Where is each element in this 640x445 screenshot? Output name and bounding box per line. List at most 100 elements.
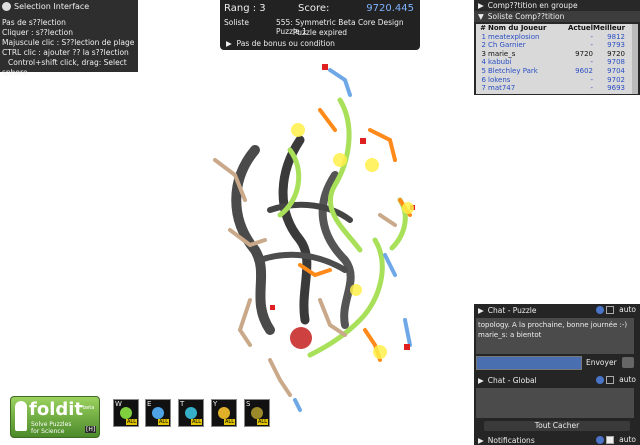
send-icon[interactable] [622,357,634,368]
selection-sphere[interactable] [290,327,312,349]
sidechain [403,318,412,347]
col-name-header: Nom du Joueur [488,24,547,32]
collapse-arrow-icon: ▼ [478,12,484,21]
sidechain [293,398,302,412]
notifications-label: Notifications [487,435,535,445]
score-value: 9720.445 [366,3,414,14]
expand-arrow-icon: ▶ [478,435,484,445]
group-competition-label: Comp??tition en groupe [487,1,578,10]
tweak-icon [185,407,197,419]
clash-marker [291,123,305,137]
competition-panel: ▶ Comp??tition en groupe ▼ Soliste Comp?… [474,0,640,95]
clash-marker [373,345,387,359]
logo-brand: foldit [29,399,84,420]
selection-help-line: sphere [2,68,28,77]
table-row[interactable]: 4 kabubi - 9708 [476,58,638,67]
sidechain [328,68,352,97]
sidechain [268,358,292,397]
logo-tagline: for Science [31,428,65,435]
rebuild-icon [218,407,230,419]
info-icon[interactable] [596,436,604,444]
clash-marker [350,284,362,296]
bonus-toggle[interactable]: ▶ Pas de bonus ou condition [226,39,335,48]
selection-interface-panel: Selection Interface Pas de s??lection Cl… [0,0,138,77]
logo-beta: beta [83,405,95,411]
sidechain [378,213,397,227]
table-row[interactable]: 2 Ch Garnier - 9793 [476,41,638,50]
rank-label: Rang : 3 [224,3,266,14]
help-key[interactable]: [H] [85,426,97,433]
auto-label: auto [619,375,636,384]
table-row[interactable]: 7 mat747 - 9693 [476,84,638,93]
atom-oxygen [322,64,328,70]
hide-all-button[interactable]: Tout Cacher [484,421,630,431]
chat-input[interactable] [476,356,582,370]
selection-help-line: Pas de s??lection [2,18,66,27]
table-row[interactable]: 6 lokens - 9702 [476,76,638,85]
rebuild-all-button[interactable]: Y ALL [211,399,237,427]
shake-icon [152,407,164,419]
sidechain-icon [251,407,263,419]
auto-label: auto [619,305,636,314]
selection-help-line: CTRL clic : ajouter ?? la s??lection [2,48,129,57]
chat-puzzle-label: Chat - Puzzle [487,305,537,315]
logo-mark-icon [15,401,27,431]
clash-marker [365,158,379,172]
expand-arrow-icon: ▶ [478,305,484,315]
auto-checkbox[interactable] [606,436,614,444]
info-icon[interactable] [596,306,604,314]
leaderboard-scrollbar[interactable] [632,24,638,94]
selection-interface-title: Selection Interface [14,1,90,11]
selection-help-line: Majuscule clic : S??lection de plage [2,38,135,47]
score-label: Score: [298,3,330,14]
logo-tagline: Solve Puzzles [31,421,72,428]
col-rank-header: # [480,24,486,32]
selection-interface-header[interactable]: Selection Interface [0,0,138,12]
atom-oxygen [270,305,275,310]
table-row[interactable]: 5 Bletchley Park 9602 9704 [476,67,638,76]
leaderboard-table: # Nom du Joueur Actuel Meilleur 1 meatex… [476,24,638,94]
sidechain [368,128,397,162]
chat-message: topology. A la prochaine, bonne journée … [478,321,628,329]
send-button[interactable]: Envoyer [586,356,620,370]
sidechain [237,298,252,347]
auto-checkbox[interactable] [606,306,614,314]
selection-help-line: Cliquer : s??lection [2,28,73,37]
clash-marker [402,202,414,214]
chat-global-label: Chat - Global [487,375,537,385]
table-row[interactable]: 1 meatexplosion - 9812 [476,33,638,42]
cursor-icon [2,1,11,11]
foldit-logo[interactable]: foldit beta Solve Puzzles for Science [H… [10,396,100,438]
solo-competition-label: Soliste Comp??tition [487,12,565,21]
chat-puzzle-header[interactable]: ▶ Chat - Puzzle auto [474,304,640,316]
clash-marker [333,153,347,167]
backbone-segment [278,135,312,325]
backbone-segment [318,171,355,329]
puzzle-status: Puzzle expired [292,28,348,37]
sidechain-all-button[interactable]: S ALL [244,399,270,427]
global-chat-log[interactable] [476,388,634,418]
wiggle-icon [120,407,132,419]
info-icon[interactable] [596,376,604,384]
chat-message: marie_s: a bientot [478,331,542,339]
notifications-header[interactable]: ▶ Notifications auto [474,434,640,445]
mode-label: Soliste [224,18,249,27]
wiggle-all-button[interactable]: W ALL [113,399,139,427]
solo-competition-header[interactable]: ▼ Soliste Comp??tition [474,11,640,22]
col-best-header: Meilleur [593,24,626,32]
atom-oxygen [360,138,366,144]
table-header: # Nom du Joueur Actuel Meilleur [476,24,638,33]
chat-log[interactable]: topology. A la prochaine, bonne journée … [476,318,634,354]
sidechain [318,108,337,132]
auto-checkbox[interactable] [606,376,614,384]
shake-all-button[interactable]: E ALL [145,399,171,427]
bonus-label: Pas de bonus ou condition [236,39,335,48]
chat-global-header[interactable]: ▶ Chat - Global auto [474,374,640,386]
auto-label: auto [619,435,636,444]
expand-arrow-icon: ▶ [478,1,484,10]
group-competition-header[interactable]: ▶ Comp??tition en groupe [474,0,640,11]
atom-oxygen [404,344,410,350]
tweak-all-button[interactable]: T ALL [178,399,204,427]
col-current-header: Actuel [567,24,593,32]
table-row-self[interactable]: 3 marie_s 9720 9720 [476,50,638,59]
